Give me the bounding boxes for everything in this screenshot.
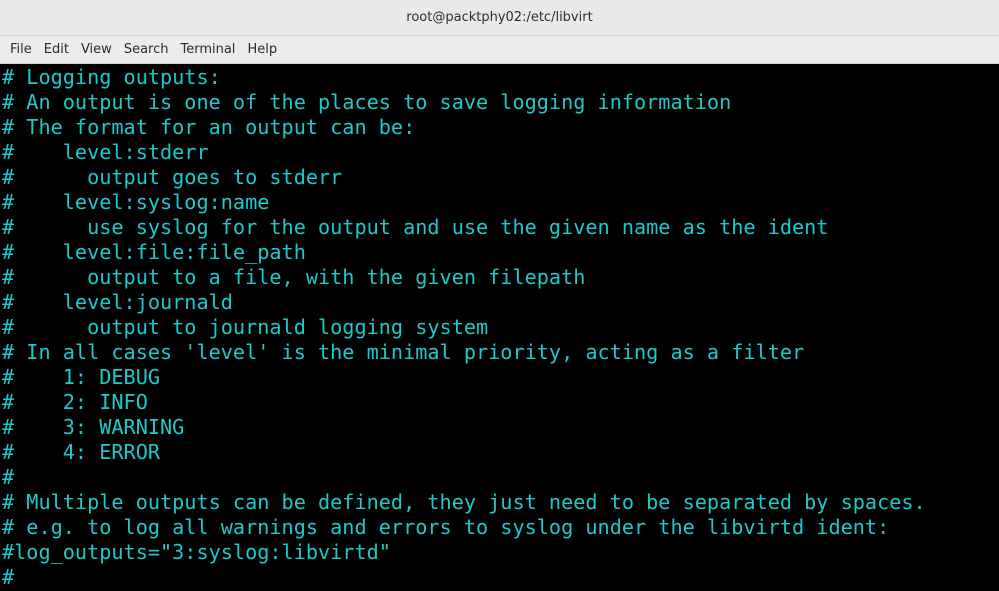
terminal-line: # output to journald logging system [2,315,489,339]
terminal-line: # 1: DEBUG [2,365,161,389]
terminal-line: # e.g. to log all warnings and errors to… [2,515,890,539]
terminal-area[interactable]: # Logging outputs: # An output is one of… [0,64,999,591]
menu-help[interactable]: Help [241,36,283,64]
terminal-line: # [2,565,15,589]
terminal-output: # Logging outputs: # An output is one of… [2,65,926,590]
terminal-line: # 2: INFO [2,390,148,414]
terminal-line: # Multiple outputs can be defined, they … [2,490,926,514]
menu-view[interactable]: View [75,36,118,64]
menu-search[interactable]: Search [118,36,175,64]
menu-bar: File Edit View Search Terminal Help [0,36,999,64]
terminal-line: # level:stderr [2,140,209,164]
terminal-line: # The format for an output can be: [2,115,416,139]
terminal-line: # level:syslog:name [2,190,270,214]
terminal-line: # An output is one of the places to save… [2,90,732,114]
terminal-line: # output goes to stderr [2,165,343,189]
menu-edit[interactable]: Edit [38,36,75,64]
terminal-line: # level:file:file_path [2,240,306,264]
terminal-line: # In all cases 'level' is the minimal pr… [2,340,805,364]
terminal-line: # output to a file, with the given filep… [2,265,586,289]
menu-file[interactable]: File [4,36,38,64]
terminal-line: # level:journald [2,290,233,314]
terminal-window: root@packtphy02:/etc/libvirt File Edit V… [0,0,999,591]
title-bar[interactable]: root@packtphy02:/etc/libvirt [0,0,999,36]
terminal-line: # 3: WARNING [2,415,185,439]
terminal-line: # Logging outputs: [2,65,221,89]
terminal-line: #log_outputs="3:syslog:libvirtd" [2,540,391,564]
terminal-line: # use syslog for the output and use the … [2,215,829,239]
window-title: root@packtphy02:/etc/libvirt [406,10,593,25]
terminal-line: # 4: ERROR [2,440,161,464]
terminal-line: # [2,465,15,489]
menu-terminal[interactable]: Terminal [174,36,241,64]
